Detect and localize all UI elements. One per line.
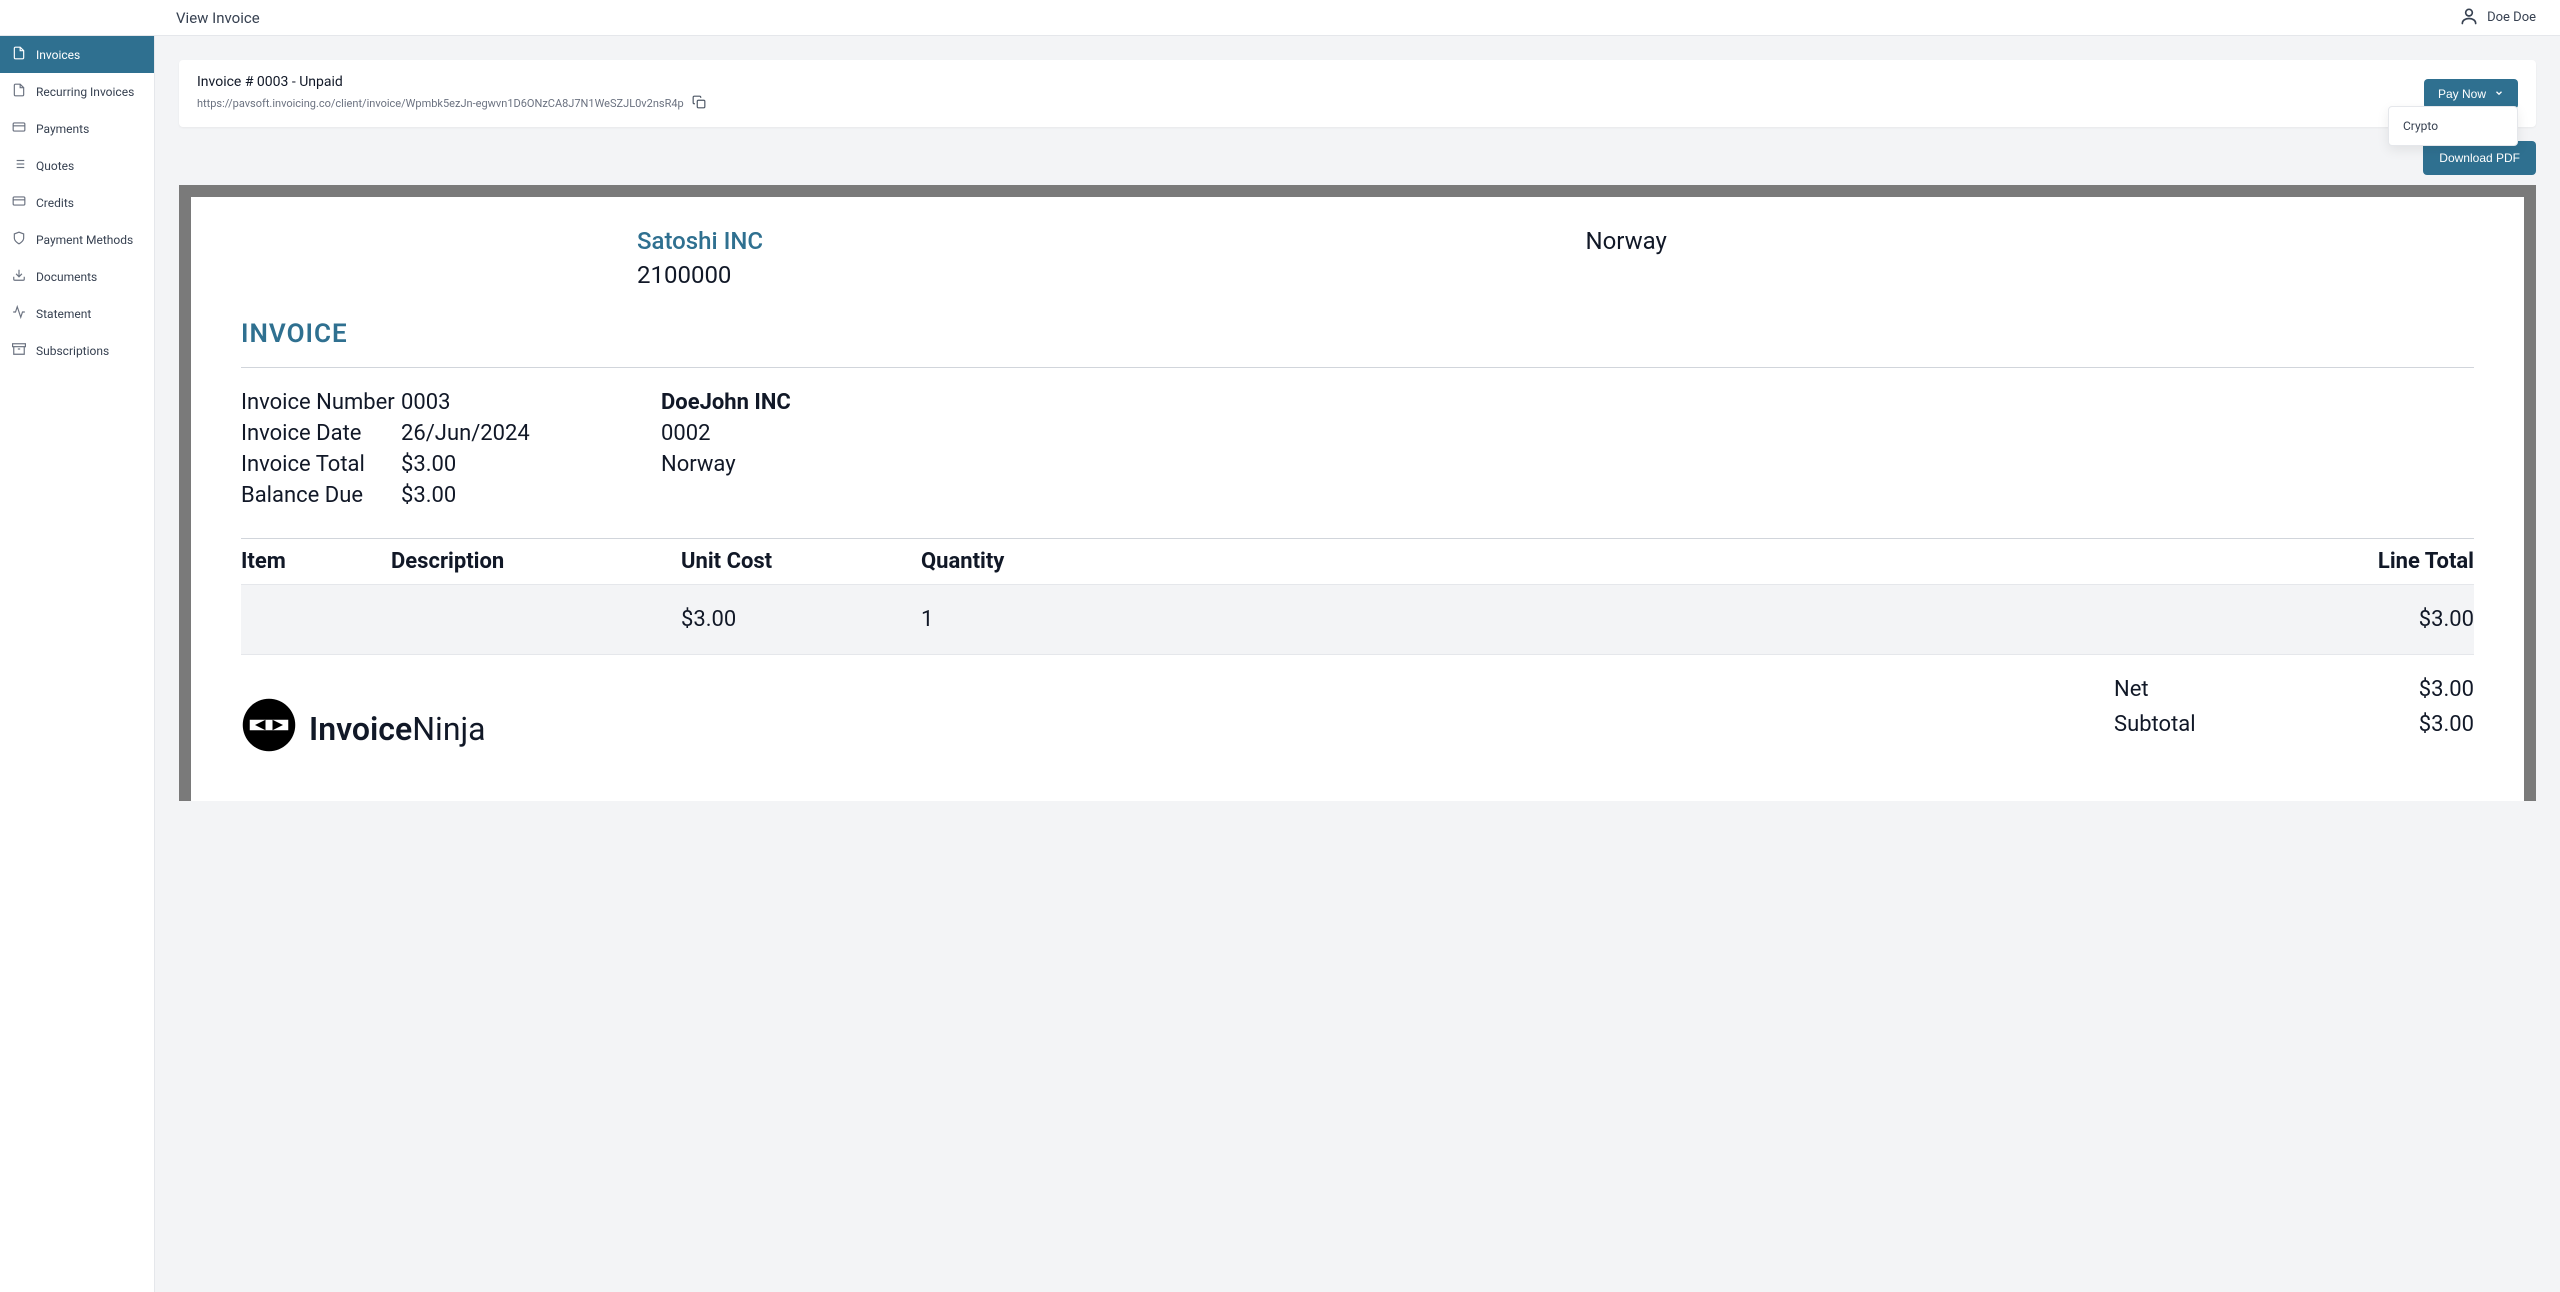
sidebar-item-documents[interactable]: Documents xyxy=(0,258,154,295)
col-item: Item xyxy=(241,549,391,574)
company-number: 2100000 xyxy=(637,261,1526,289)
invoice-public-url: https://pavsoft.invoicing.co/client/invo… xyxy=(197,97,684,110)
sidebar-item-label: Documents xyxy=(36,270,97,284)
meta-label-number: Invoice Number xyxy=(241,390,401,415)
sidebar-item-label: Payments xyxy=(36,122,89,136)
list-icon xyxy=(12,157,26,174)
item-row: $3.00 1 $3.00 xyxy=(241,585,2474,655)
cell-line-total: $3.00 xyxy=(1231,607,2474,632)
credit-card-icon xyxy=(12,194,26,211)
col-line-total: Line Total xyxy=(1231,549,2474,574)
cell-item xyxy=(241,607,391,632)
total-value-net: $3.00 xyxy=(2314,677,2474,702)
sidebar-item-payment-methods[interactable]: Payment Methods xyxy=(0,221,154,258)
meta-value-total: $3.00 xyxy=(401,452,601,477)
pdf-page: Satoshi INC 2100000 Norway INVOICE Invoi… xyxy=(191,197,2524,801)
items-header-row: Item Description Unit Cost Quantity Line… xyxy=(241,538,2474,585)
copy-url-button[interactable] xyxy=(692,94,706,113)
sidebar-item-recurring-invoices[interactable]: Recurring Invoices xyxy=(0,73,154,110)
content-area: Invoice # 0003 - Unpaid https://pavsoft.… xyxy=(155,36,2560,1292)
client-id: 0002 xyxy=(661,421,791,446)
ninja-icon xyxy=(241,697,297,761)
col-quantity: Quantity xyxy=(921,549,1231,574)
cell-unit-cost: $3.00 xyxy=(681,607,921,632)
topbar: View Invoice Doe Doe xyxy=(0,0,2560,36)
activity-icon xyxy=(12,305,26,322)
sidebar-item-label: Quotes xyxy=(36,159,74,173)
client-name: DoeJohn INC xyxy=(661,390,791,415)
user-icon xyxy=(2459,6,2479,30)
meta-label-total: Invoice Total xyxy=(241,452,401,477)
user-menu[interactable]: Doe Doe xyxy=(2459,6,2536,30)
company-country: Norway xyxy=(1586,227,2475,289)
sidebar-item-label: Statement xyxy=(36,307,91,321)
invoice-status-title: Invoice # 0003 - Unpaid xyxy=(197,74,706,90)
meta-value-balance: $3.00 xyxy=(401,483,601,508)
sidebar-item-credits[interactable]: Credits xyxy=(0,184,154,221)
sidebar-item-label: Payment Methods xyxy=(36,233,133,247)
pay-now-dropdown: Crypto xyxy=(2388,106,2518,146)
shield-icon xyxy=(12,231,26,248)
invoice-doc-title: INVOICE xyxy=(241,319,2474,349)
credit-card-icon xyxy=(12,120,26,137)
sidebar-item-label: Recurring Invoices xyxy=(36,85,134,99)
file-icon xyxy=(12,46,26,63)
invoice-ninja-logo: Invoice Ninja xyxy=(241,697,486,761)
archive-icon xyxy=(12,342,26,359)
sidebar-item-invoices[interactable]: Invoices xyxy=(0,36,154,73)
pdf-viewer[interactable]: Satoshi INC 2100000 Norway INVOICE Invoi… xyxy=(179,185,2536,801)
download-icon xyxy=(12,268,26,285)
divider xyxy=(241,367,2474,368)
client-country: Norway xyxy=(661,452,791,477)
pay-now-button[interactable]: Pay Now xyxy=(2424,79,2518,109)
sidebar-item-payments[interactable]: Payments xyxy=(0,110,154,147)
sidebar-item-subscriptions[interactable]: Subscriptions xyxy=(0,332,154,369)
total-label-net: Net xyxy=(2114,677,2314,702)
sidebar-item-quotes[interactable]: Quotes xyxy=(0,147,154,184)
meta-label-date: Invoice Date xyxy=(241,421,401,446)
download-pdf-button[interactable]: Download PDF xyxy=(2423,141,2536,175)
company-name: Satoshi INC xyxy=(637,227,1526,255)
page-title: View Invoice xyxy=(176,9,260,27)
user-name: Doe Doe xyxy=(2487,10,2536,25)
total-label-subtotal: Subtotal xyxy=(2114,712,2314,737)
logo-text-2: Ninja xyxy=(412,710,485,748)
invoice-header-card: Invoice # 0003 - Unpaid https://pavsoft.… xyxy=(179,60,2536,127)
col-unit-cost: Unit Cost xyxy=(681,549,921,574)
cell-quantity: 1 xyxy=(921,607,1231,632)
sidebar-item-label: Subscriptions xyxy=(36,344,109,358)
meta-value-number: 0003 xyxy=(401,390,601,415)
cell-description xyxy=(391,607,681,632)
col-description: Description xyxy=(391,549,681,574)
sidebar-item-statement[interactable]: Statement xyxy=(0,295,154,332)
meta-value-date: 26/Jun/2024 xyxy=(401,421,601,446)
pay-option-crypto[interactable]: Crypto xyxy=(2389,113,2517,139)
chevron-down-icon xyxy=(2494,87,2504,101)
sidebar-item-label: Credits xyxy=(36,196,74,210)
meta-label-balance: Balance Due xyxy=(241,483,401,508)
logo-text-1: Invoice xyxy=(309,710,412,748)
sidebar-item-label: Invoices xyxy=(36,48,80,62)
sidebar: Invoices Recurring Invoices Payments Quo… xyxy=(0,36,155,1292)
file-icon xyxy=(12,83,26,100)
total-value-subtotal: $3.00 xyxy=(2314,712,2474,737)
pay-now-label: Pay Now xyxy=(2438,87,2486,101)
